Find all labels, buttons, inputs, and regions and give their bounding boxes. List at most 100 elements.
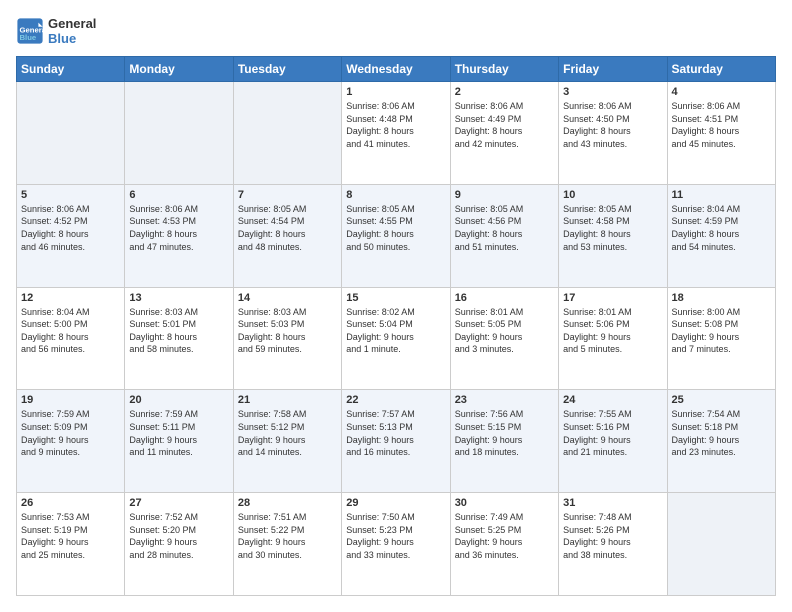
day-info: Sunrise: 8:05 AM Sunset: 4:56 PM Dayligh… [455,203,554,253]
day-number: 12 [21,292,120,304]
day-cell: 24 Sunrise: 7:55 AM Sunset: 5:16 PM Dayli… [559,390,667,493]
day-info: Sunrise: 7:50 AM Sunset: 5:23 PM Dayligh… [346,511,445,561]
calendar-table: SundayMondayTuesdayWednesdayThursdayFrid… [16,56,776,596]
day-cell: 8 Sunrise: 8:05 AM Sunset: 4:55 PM Daylig… [342,184,450,287]
page: General Blue General Blue SundayMondayTu… [0,0,792,612]
day-info: Sunrise: 8:02 AM Sunset: 5:04 PM Dayligh… [346,306,445,356]
day-number: 8 [346,189,445,201]
day-info: Sunrise: 8:06 AM Sunset: 4:51 PM Dayligh… [672,100,771,150]
weekday-header-monday: Monday [125,57,233,82]
day-cell: 27Sunrise: 7:52 AM Sunset: 5:20 PM Dayli… [125,493,233,596]
svg-text:Blue: Blue [20,33,37,42]
week-row-3: 12 Sunrise: 8:04 AM Sunset: 5:00 PM Dayli… [17,287,776,390]
day-info: Sunrise: 7:55 AM Sunset: 5:16 PM Dayligh… [563,408,662,458]
logo-icon: General Blue [16,17,44,45]
day-number: 28 [238,497,337,509]
logo-text: General Blue [48,16,96,46]
day-number: 3 [563,86,662,98]
day-info: Sunrise: 8:06 AM Sunset: 4:52 PM Dayligh… [21,203,120,253]
day-cell: 3 Sunrise: 8:06 AM Sunset: 4:50 PM Daylig… [559,82,667,185]
day-info: Sunrise: 8:00 AM Sunset: 5:08 PM Dayligh… [672,306,771,356]
day-number: 21 [238,394,337,406]
day-number: 9 [455,189,554,201]
day-cell: 28 Sunrise: 7:51 AM Sunset: 5:22 PM Dayli… [233,493,341,596]
day-cell: 18 Sunrise: 8:00 AM Sunset: 5:08 PM Dayli… [667,287,775,390]
day-info: Sunrise: 8:06 AM Sunset: 4:49 PM Dayligh… [455,100,554,150]
day-info: Sunrise: 7:54 AM Sunset: 5:18 PM Dayligh… [672,408,771,458]
day-info: Sunrise: 7:49 AM Sunset: 5:25 PM Dayligh… [455,511,554,561]
day-info: Sunrise: 8:05 AM Sunset: 4:58 PM Dayligh… [563,203,662,253]
day-number: 15 [346,292,445,304]
day-cell: 7Sunrise: 8:05 AM Sunset: 4:54 PM Daylig… [233,184,341,287]
day-info: Sunrise: 8:04 AM Sunset: 5:00 PM Dayligh… [21,306,120,356]
day-info: Sunrise: 7:59 AM Sunset: 5:09 PM Dayligh… [21,408,120,458]
weekday-header-thursday: Thursday [450,57,558,82]
day-info: Sunrise: 7:52 AM Sunset: 5:20 PM Dayligh… [129,511,228,561]
day-cell: 15 Sunrise: 8:02 AM Sunset: 5:04 PM Dayli… [342,287,450,390]
weekday-header-wednesday: Wednesday [342,57,450,82]
day-info: Sunrise: 8:06 AM Sunset: 4:53 PM Dayligh… [129,203,228,253]
day-cell [667,493,775,596]
day-cell: 31 Sunrise: 7:48 AM Sunset: 5:26 PM Dayli… [559,493,667,596]
weekday-header-row: SundayMondayTuesdayWednesdayThursdayFrid… [17,57,776,82]
day-cell: 6 Sunrise: 8:06 AM Sunset: 4:53 PM Daylig… [125,184,233,287]
day-number: 1 [346,86,445,98]
day-cell: 30Sunrise: 7:49 AM Sunset: 5:25 PM Dayli… [450,493,558,596]
day-info: Sunrise: 8:03 AM Sunset: 5:03 PM Dayligh… [238,306,337,356]
day-number: 31 [563,497,662,509]
day-number: 25 [672,394,771,406]
day-cell: 10Sunrise: 8:05 AM Sunset: 4:58 PM Dayli… [559,184,667,287]
day-cell: 16 Sunrise: 8:01 AM Sunset: 5:05 PM Dayli… [450,287,558,390]
day-info: Sunrise: 7:53 AM Sunset: 5:19 PM Dayligh… [21,511,120,561]
day-number: 2 [455,86,554,98]
day-cell: 14 Sunrise: 8:03 AM Sunset: 5:03 PM Dayli… [233,287,341,390]
day-info: Sunrise: 7:48 AM Sunset: 5:26 PM Dayligh… [563,511,662,561]
day-cell: 22 Sunrise: 7:57 AM Sunset: 5:13 PM Dayli… [342,390,450,493]
day-cell: 20Sunrise: 7:59 AM Sunset: 5:11 PM Dayli… [125,390,233,493]
day-info: Sunrise: 8:06 AM Sunset: 4:50 PM Dayligh… [563,100,662,150]
day-info: Sunrise: 7:57 AM Sunset: 5:13 PM Dayligh… [346,408,445,458]
day-cell [233,82,341,185]
day-cell: 21Sunrise: 7:58 AM Sunset: 5:12 PM Dayli… [233,390,341,493]
day-cell: 13 Sunrise: 8:03 AM Sunset: 5:01 PM Dayli… [125,287,233,390]
logo: General Blue General Blue [16,16,96,46]
day-info: Sunrise: 8:01 AM Sunset: 5:06 PM Dayligh… [563,306,662,356]
day-cell: 25 Sunrise: 7:54 AM Sunset: 5:18 PM Dayli… [667,390,775,493]
day-number: 18 [672,292,771,304]
weekday-header-sunday: Sunday [17,57,125,82]
week-row-2: 5 Sunrise: 8:06 AM Sunset: 4:52 PM Daylig… [17,184,776,287]
day-cell: 23Sunrise: 7:56 AM Sunset: 5:15 PM Dayli… [450,390,558,493]
day-cell: 9 Sunrise: 8:05 AM Sunset: 4:56 PM Daylig… [450,184,558,287]
day-number: 14 [238,292,337,304]
day-number: 17 [563,292,662,304]
day-number: 5 [21,189,120,201]
day-number: 6 [129,189,228,201]
day-number: 20 [129,394,228,406]
day-number: 7 [238,189,337,201]
weekday-header-tuesday: Tuesday [233,57,341,82]
day-cell: 4 Sunrise: 8:06 AM Sunset: 4:51 PM Daylig… [667,82,775,185]
day-number: 24 [563,394,662,406]
day-info: Sunrise: 8:04 AM Sunset: 4:59 PM Dayligh… [672,203,771,253]
day-cell: 11 Sunrise: 8:04 AM Sunset: 4:59 PM Dayli… [667,184,775,287]
day-number: 11 [672,189,771,201]
week-row-4: 19 Sunrise: 7:59 AM Sunset: 5:09 PM Dayli… [17,390,776,493]
day-number: 16 [455,292,554,304]
day-number: 13 [129,292,228,304]
day-cell: 17 Sunrise: 8:01 AM Sunset: 5:06 PM Dayli… [559,287,667,390]
day-cell: 2 Sunrise: 8:06 AM Sunset: 4:49 PM Daylig… [450,82,558,185]
day-info: Sunrise: 8:01 AM Sunset: 5:05 PM Dayligh… [455,306,554,356]
weekday-header-saturday: Saturday [667,57,775,82]
day-cell: 1Sunrise: 8:06 AM Sunset: 4:48 PM Daylig… [342,82,450,185]
day-info: Sunrise: 8:03 AM Sunset: 5:01 PM Dayligh… [129,306,228,356]
day-number: 4 [672,86,771,98]
day-info: Sunrise: 7:56 AM Sunset: 5:15 PM Dayligh… [455,408,554,458]
day-cell: 26Sunrise: 7:53 AM Sunset: 5:19 PM Dayli… [17,493,125,596]
week-row-1: 1Sunrise: 8:06 AM Sunset: 4:48 PM Daylig… [17,82,776,185]
day-info: Sunrise: 8:05 AM Sunset: 4:55 PM Dayligh… [346,203,445,253]
day-cell [17,82,125,185]
day-cell [125,82,233,185]
day-number: 19 [21,394,120,406]
day-info: Sunrise: 7:51 AM Sunset: 5:22 PM Dayligh… [238,511,337,561]
day-number: 22 [346,394,445,406]
